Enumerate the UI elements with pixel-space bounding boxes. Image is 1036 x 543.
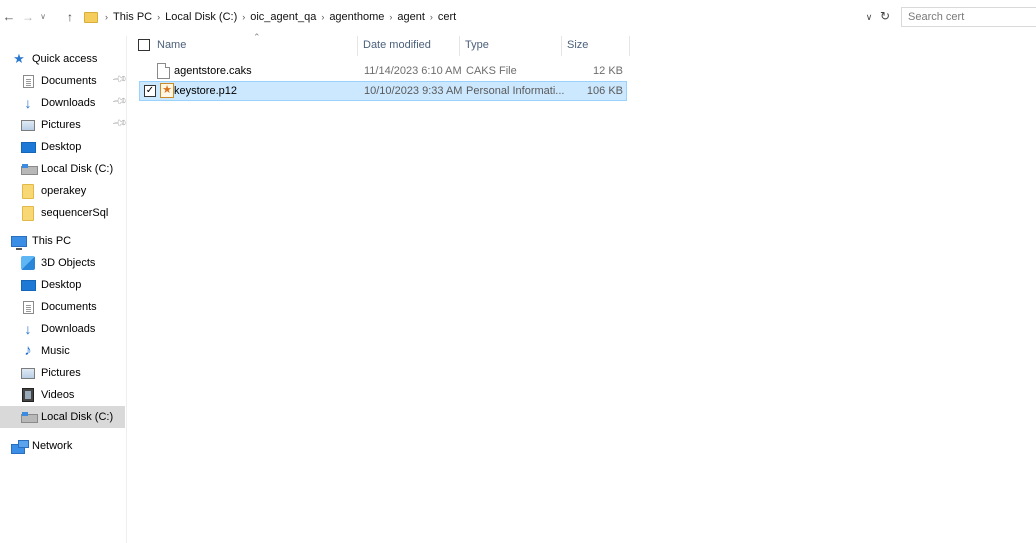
column-divider[interactable] [357, 36, 358, 56]
certificate-file-icon: ★ [160, 83, 174, 98]
chevron-right-icon[interactable]: › [321, 12, 324, 22]
address-toolbar: ← → ∨ ↑ › This PC › Local Disk (C:) › oi… [0, 0, 1036, 35]
back-arrow-icon[interactable]: ← [2, 9, 16, 25]
folder-icon [84, 11, 98, 23]
breadcrumb-agent[interactable]: agent [397, 11, 425, 23]
up-arrow-icon[interactable]: ↑ [63, 9, 77, 25]
nav-item-music[interactable]: ♪ Music [0, 340, 125, 362]
file-size: 106 KB [586, 85, 623, 97]
nav-item-local-disk[interactable]: Local Disk (C:) [0, 158, 125, 180]
nav-item-downloads[interactable]: ↓ Downloads [0, 318, 125, 340]
breadcrumb-local-disk[interactable]: Local Disk (C:) [165, 11, 237, 23]
nav-this-pc[interactable]: This PC [11, 230, 125, 252]
nav-item-desktop[interactable]: Desktop [0, 274, 125, 296]
file-row-keystore[interactable]: ✓ ★ keystore.p12 10/10/2023 9:33 AM Pers… [139, 81, 627, 101]
star-icon: ★ [13, 51, 25, 66]
nav-item-local-disk-selected[interactable]: Local Disk (C:) [0, 406, 125, 428]
breadcrumb-agenthome[interactable]: agenthome [329, 11, 384, 23]
network-icon [11, 440, 29, 454]
chevron-right-icon[interactable]: › [430, 12, 433, 22]
file-name: keystore.p12 [174, 85, 237, 97]
desktop-icon [20, 279, 36, 291]
chevron-right-icon[interactable]: › [105, 12, 108, 22]
nav-item-sequencersql[interactable]: sequencerSql [0, 202, 125, 224]
file-row-agentstore[interactable]: agentstore.caks 11/14/2023 6:10 AM CAKS … [139, 62, 627, 82]
select-all-checkbox[interactable] [138, 39, 150, 51]
file-size: 12 KB [593, 65, 623, 77]
nav-item-videos[interactable]: Videos [0, 384, 125, 406]
breadcrumb-oic-agent-qa[interactable]: oic_agent_qa [250, 11, 316, 23]
nav-item-operakey[interactable]: operakey [0, 180, 125, 202]
nav-item-downloads[interactable]: ↓ Downloads 📌︎ [0, 92, 128, 114]
chevron-right-icon[interactable]: › [389, 12, 392, 22]
folder-icon [22, 205, 34, 221]
column-header-size[interactable]: Size [567, 36, 588, 55]
breadcrumb-this-pc[interactable]: This PC [113, 11, 152, 23]
nav-item-pictures[interactable]: Pictures 📌︎ [0, 114, 128, 136]
desktop-icon [20, 141, 36, 153]
nav-item-3d-objects[interactable]: 3D Objects [0, 252, 125, 274]
file-date-modified: 10/10/2023 9:33 AM [364, 85, 463, 97]
file-name: agentstore.caks [174, 65, 252, 77]
pin-icon: 📌︎ [110, 71, 128, 88]
pin-icon: 📌︎ [110, 115, 128, 132]
column-divider[interactable] [459, 36, 460, 56]
file-type: CAKS File [466, 65, 517, 77]
music-icon: ♪ [24, 342, 32, 359]
refresh-icon[interactable]: ↻ [879, 8, 891, 24]
drive-icon [20, 164, 38, 175]
videos-icon [22, 388, 34, 402]
recent-locations-chevron-icon[interactable]: ∨ [37, 9, 49, 25]
nav-item-pictures[interactable]: Pictures [0, 362, 125, 384]
column-header-type[interactable]: Type [465, 36, 489, 55]
folder-icon [22, 183, 34, 199]
chevron-right-icon[interactable]: › [242, 12, 245, 22]
column-header-date-modified[interactable]: Date modified [363, 36, 431, 55]
breadcrumb[interactable]: › This PC › Local Disk (C:) › oic_agent_… [84, 7, 880, 27]
blank-file-icon [157, 63, 170, 79]
row-checkbox-checked[interactable]: ✓ [144, 85, 156, 97]
computer-icon [11, 235, 27, 250]
column-divider[interactable] [629, 36, 630, 56]
nav-item-documents[interactable]: Documents [0, 296, 125, 318]
breadcrumb-cert[interactable]: cert [438, 11, 456, 23]
pictures-icon [21, 119, 35, 131]
column-header-name[interactable]: Name [157, 36, 186, 55]
nav-network[interactable]: Network [11, 435, 125, 457]
nav-item-desktop[interactable]: Desktop [0, 136, 125, 158]
file-date-modified: 11/14/2023 6:10 AM [364, 65, 462, 77]
nav-quick-access[interactable]: ★ Quick access [11, 48, 125, 70]
file-type: Personal Informati... [466, 85, 565, 97]
documents-icon [22, 74, 34, 88]
drive-icon [20, 412, 38, 423]
address-dropdown-chevron-icon[interactable]: ∨ [863, 9, 875, 25]
downloads-icon: ↓ [24, 321, 32, 337]
chevron-right-icon[interactable]: › [157, 12, 160, 22]
forward-arrow-icon[interactable]: → [21, 9, 35, 25]
sort-ascending-icon: ⌃ [253, 32, 261, 42]
column-divider[interactable] [561, 36, 562, 56]
3d-objects-icon [21, 256, 35, 270]
pictures-icon [21, 367, 35, 379]
navigation-pane[interactable]: ★ Quick access Documents 📌︎ ↓ Downloads … [0, 36, 128, 543]
search-input[interactable]: Search cert [901, 7, 1036, 27]
pin-icon: 📌︎ [110, 93, 128, 110]
downloads-icon: ↓ [24, 95, 32, 111]
column-header-row: ⌃ Name Date modified Type Size [137, 32, 630, 56]
nav-item-documents[interactable]: Documents 📌︎ [0, 70, 128, 92]
file-list[interactable]: ⌃ Name Date modified Type Size agentstor… [128, 32, 1036, 543]
documents-icon [22, 300, 34, 314]
